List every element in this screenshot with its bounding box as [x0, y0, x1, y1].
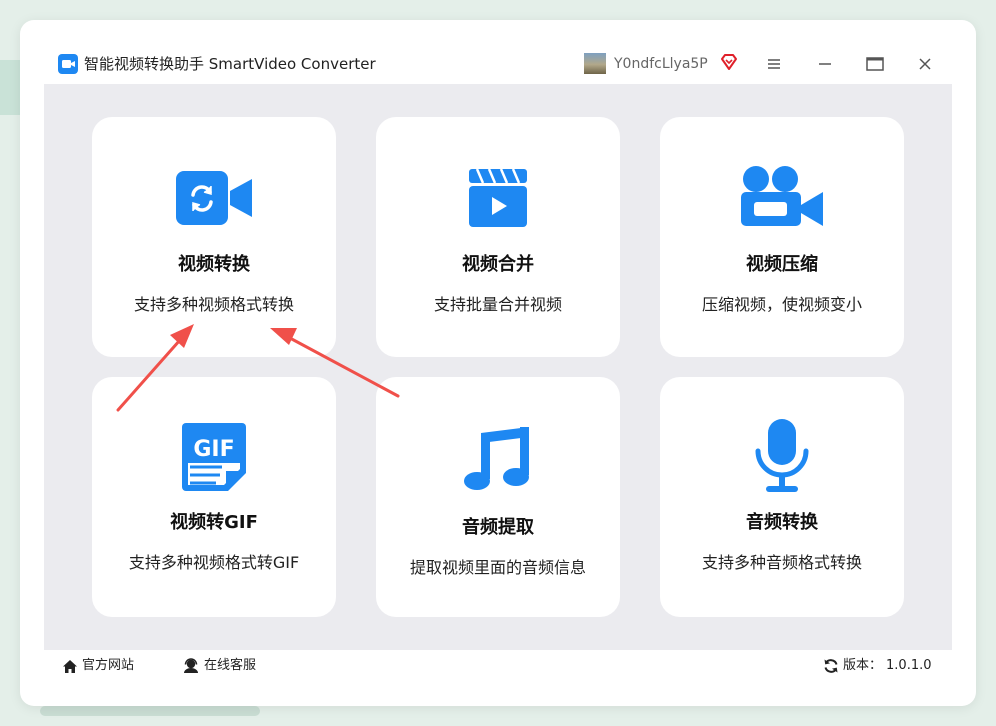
- feature-card-video-merge[interactable]: 视频合并 支持批量合并视频: [376, 117, 620, 357]
- avatar[interactable]: [584, 53, 606, 74]
- video-convert-icon: [92, 171, 336, 225]
- username[interactable]: Y0ndfcLlya5P: [614, 54, 708, 74]
- maximize-icon: [866, 57, 884, 71]
- title-bar: 智能视频转换助手 SmartVideo Converter Y0ndfcLlya…: [44, 44, 952, 84]
- feature-desc: 提取视频里面的音频信息: [409, 558, 586, 577]
- feature-card-video-compress[interactable]: 视频压缩 压缩视频，使视频变小: [660, 117, 904, 357]
- refresh-icon: [824, 659, 838, 673]
- home-icon: [63, 659, 77, 673]
- version-info[interactable]: 版本： 1.0.1.0: [823, 657, 932, 675]
- feature-desc: 压缩视频，使视频变小: [701, 295, 862, 314]
- close-button[interactable]: [913, 52, 937, 76]
- feature-title: 视频合并: [462, 254, 534, 275]
- feature-card-video-to-gif[interactable]: GIF 视频转GIF 支持多种视频格式转GIF: [92, 377, 336, 617]
- app-window: 智能视频转换助手 SmartVideo Converter Y0ndfcLlya…: [44, 44, 952, 682]
- app-logo-icon: [58, 54, 78, 74]
- feature-desc: 支持多种音频格式转换: [701, 553, 862, 572]
- online-support-link[interactable]: 在线客服: [182, 657, 256, 675]
- maximize-button[interactable]: [863, 52, 887, 76]
- feature-desc: 支持多种视频格式转GIF: [128, 553, 300, 572]
- feature-title: 视频转换: [178, 254, 250, 275]
- gif-file-icon: GIF: [92, 423, 336, 493]
- music-note-icon: [376, 425, 620, 491]
- official-website-link[interactable]: 官方网站: [62, 657, 134, 675]
- feature-grid: 视频转换 支持多种视频格式转换 视频合并 支持批量合并视频 视频压缩 压缩视频，…: [44, 84, 952, 650]
- feature-card-audio-convert[interactable]: 音频转换 支持多种音频格式转换: [660, 377, 904, 617]
- minimize-icon: [819, 63, 831, 65]
- feature-card-video-convert[interactable]: 视频转换 支持多种视频格式转换: [92, 117, 336, 357]
- video-camera-icon: [660, 165, 904, 227]
- background-decoration: [40, 706, 260, 716]
- version-number: 1.0.1.0: [886, 658, 932, 673]
- feature-title: 音频提取: [462, 517, 534, 538]
- svg-text:GIF: GIF: [193, 437, 234, 462]
- vip-diamond-icon[interactable]: [720, 53, 738, 71]
- feature-desc: 支持多种视频格式转换: [133, 295, 294, 314]
- app-title: 智能视频转换助手 SmartVideo Converter: [84, 55, 376, 73]
- menu-icon: [768, 59, 780, 69]
- microphone-icon: [660, 419, 904, 493]
- menu-button[interactable]: [762, 52, 786, 76]
- customer-service-icon: [184, 658, 198, 673]
- feature-card-audio-extract[interactable]: 音频提取 提取视频里面的音频信息: [376, 377, 620, 617]
- feature-title: 视频转GIF: [170, 512, 258, 533]
- feature-title: 音频转换: [746, 512, 818, 533]
- status-bar: 官方网站 在线客服 版本： 1.0.1.0: [44, 650, 952, 682]
- clapperboard-icon: [376, 169, 620, 227]
- close-icon: [919, 58, 931, 70]
- version-label: 版本：: [843, 658, 883, 673]
- official-website-label: 官方网站: [82, 658, 135, 673]
- feature-title: 视频压缩: [746, 254, 818, 275]
- feature-desc: 支持批量合并视频: [433, 295, 562, 314]
- minimize-button[interactable]: [813, 52, 837, 76]
- online-support-label: 在线客服: [204, 658, 257, 673]
